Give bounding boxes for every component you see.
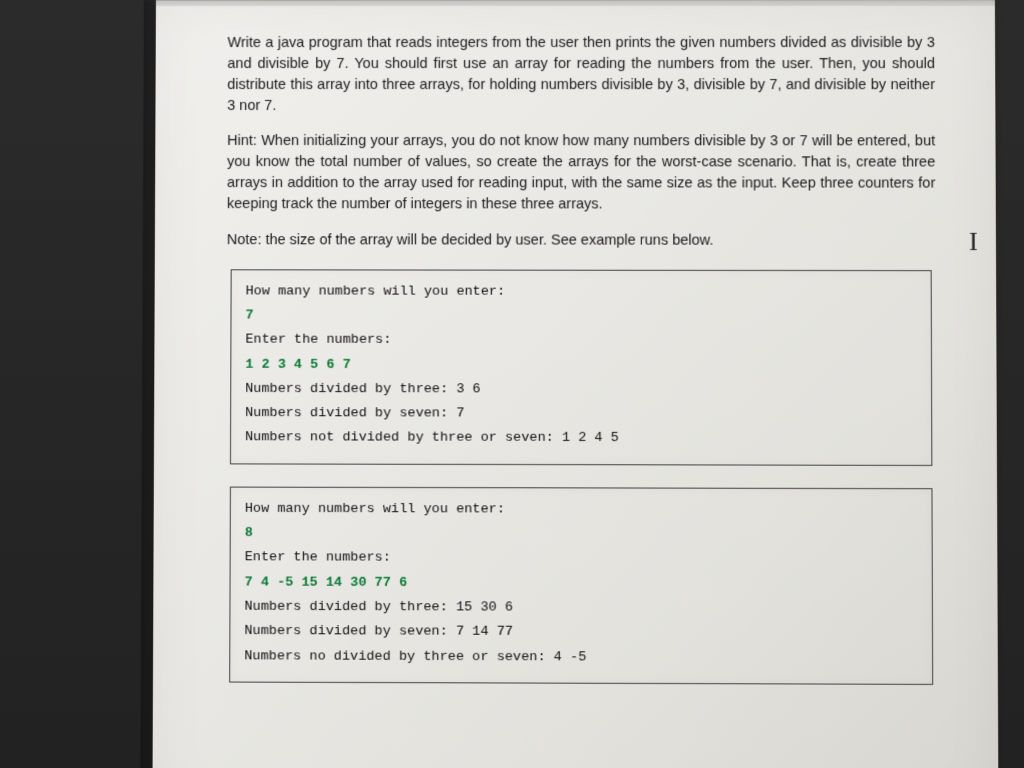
problem-paragraph-1: Write a java program that reads integers…: [227, 32, 935, 116]
input-numbers: 1 2 3 4 5 6 7: [245, 353, 917, 379]
problem-paragraph-hint: Hint: When initializing your arrays, you…: [227, 131, 936, 216]
output-div3: Numbers divided by three: 3 6: [245, 378, 917, 404]
page-top-edge: [156, 0, 995, 6]
output-div7: Numbers divided by seven: 7: [245, 402, 917, 428]
output-div7: Numbers divided by seven: 7 14 77: [244, 620, 918, 647]
problem-paragraph-note: Note: the size of the array will be deci…: [227, 230, 936, 252]
example-run-1: How many numbers will you enter: 7 Enter…: [230, 269, 932, 466]
output-neither: Numbers no divided by three or seven: 4 …: [244, 645, 918, 672]
prompt-count: How many numbers will you enter:: [245, 497, 918, 523]
text-cursor-icon: I: [969, 226, 976, 256]
output-neither: Numbers not divided by three or seven: 1…: [245, 427, 917, 453]
prompt-count: How many numbers will you enter:: [246, 280, 917, 305]
input-numbers: 7 4 -5 15 14 30 77 6: [245, 571, 918, 598]
example-run-2: How many numbers will you enter: 8 Enter…: [229, 486, 933, 684]
note-row: Note: the size of the array will be deci…: [227, 230, 936, 252]
input-count: 7: [245, 304, 916, 329]
prompt-enter: Enter the numbers:: [245, 329, 916, 355]
document-page: Write a java program that reads integers…: [152, 0, 998, 768]
prompt-enter: Enter the numbers:: [245, 546, 918, 572]
output-div3: Numbers divided by three: 15 30 6: [244, 596, 917, 623]
screen-frame: Write a java program that reads integers…: [0, 0, 1024, 768]
input-count: 8: [245, 522, 918, 548]
